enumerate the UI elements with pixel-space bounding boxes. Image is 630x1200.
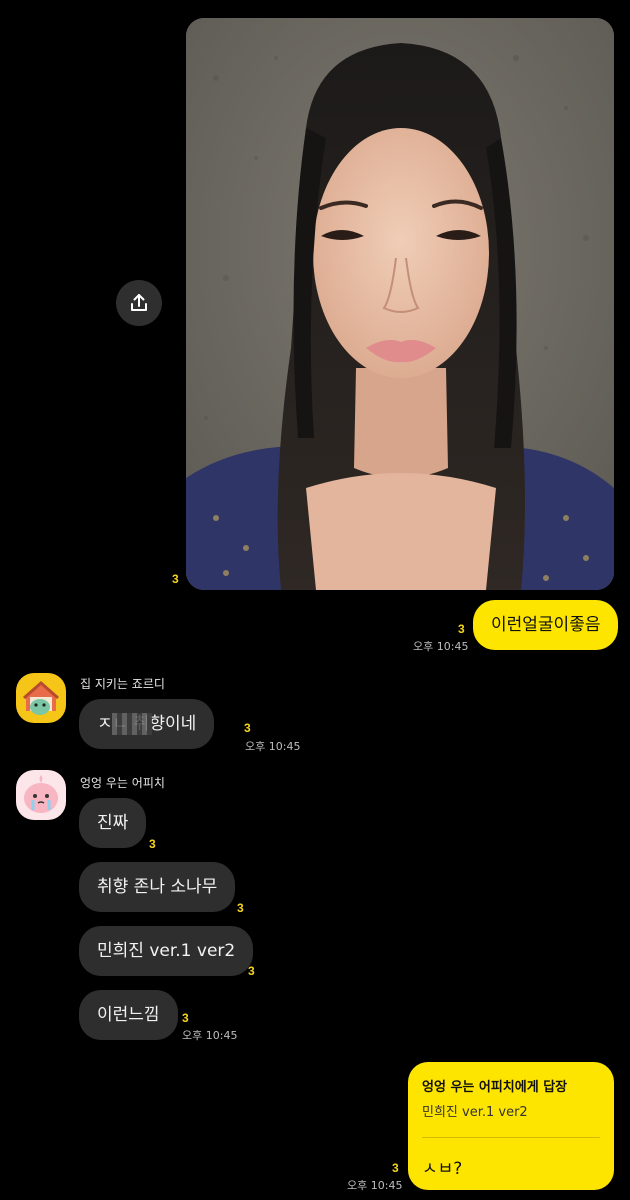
other-message-bubble[interactable]: 민희진 ver.1 ver2 xyxy=(79,926,254,976)
message-unread-count: 3 xyxy=(237,901,244,915)
reply-text: ㅅㅂ? xyxy=(422,1159,463,1179)
message-timestamp: 오후 10:45 xyxy=(347,1179,403,1192)
reply-message-bubble[interactable]: 엉엉 우는 어피치에게 답장 민희진 ver.1 ver2 ㅅㅂ? xyxy=(408,1062,614,1190)
reply-quoted-text: 민희진 ver.1 ver2 xyxy=(422,1105,528,1120)
avatar-jordy[interactable] xyxy=(16,673,66,723)
message-unread-count: 3 xyxy=(248,964,255,978)
my-message-bubble[interactable]: 이런얼굴이좋음 xyxy=(473,600,619,650)
message-unread-count: 3 xyxy=(458,622,465,636)
other-message-bubble[interactable]: 진짜 xyxy=(79,798,147,848)
message-timestamp: 오후 10:45 xyxy=(413,640,469,653)
other-message-bubble[interactable]: 취향 존나 소나무 xyxy=(79,862,236,912)
jordy-profile-icon xyxy=(16,673,66,723)
message-timestamp: 오후 10:45 xyxy=(245,740,301,753)
photo-unread-count: 3 xyxy=(172,572,179,586)
message-unread-count: 3 xyxy=(149,837,156,851)
avatar-apeach[interactable] xyxy=(16,770,66,820)
message-unread-count: 3 xyxy=(244,721,251,735)
chat-screen: 3 3 오후 10:45 이런얼굴이좋음 집 지키는 죠르디 ㅈㄴ 취향이네 3… xyxy=(0,0,630,1200)
sender-name: 엉엉 우는 어피치 xyxy=(80,776,165,790)
photo-message[interactable] xyxy=(186,18,614,590)
apeach-profile-icon xyxy=(16,770,66,820)
reply-header: 엉엉 우는 어피치에게 답장 xyxy=(422,1080,568,1095)
portrait-photo xyxy=(186,18,614,590)
message-unread-count: 3 xyxy=(392,1161,399,1175)
message-timestamp: 오후 10:45 xyxy=(182,1029,238,1042)
censored-mosaic xyxy=(112,713,152,735)
reply-divider xyxy=(422,1137,600,1138)
sender-name: 집 지키는 죠르디 xyxy=(80,677,165,691)
other-message-bubble[interactable]: 이런느낌 xyxy=(79,990,178,1040)
share-icon xyxy=(131,294,147,311)
message-unread-count: 3 xyxy=(182,1011,189,1025)
share-button[interactable] xyxy=(116,280,162,326)
